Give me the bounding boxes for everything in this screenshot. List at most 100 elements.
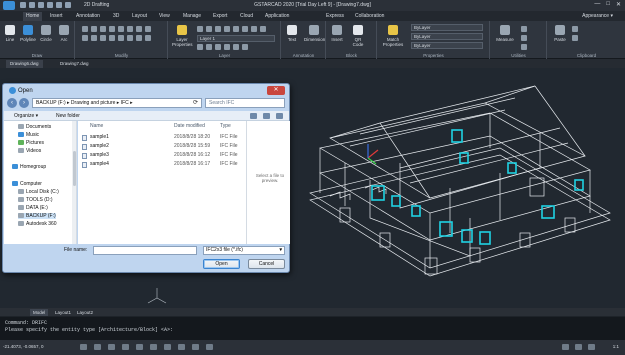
layer-current-icon[interactable] — [233, 44, 239, 50]
nav-item-documents[interactable]: Documents — [18, 124, 51, 130]
view-options-icon[interactable] — [250, 113, 257, 119]
offset-icon[interactable] — [109, 35, 115, 41]
mirror-icon[interactable] — [127, 26, 133, 32]
column-header-type[interactable]: Type — [220, 123, 231, 129]
osnap-icon[interactable] — [136, 344, 143, 350]
text-button[interactable]: Text — [284, 25, 300, 42]
tab-model[interactable]: Model — [30, 309, 49, 316]
cancel-button[interactable]: Cancel — [248, 259, 285, 269]
layer-thaw-icon[interactable] — [215, 44, 221, 50]
erase-icon[interactable] — [109, 26, 115, 32]
layer-on-icon[interactable] — [206, 44, 212, 50]
nav-item-pictures[interactable]: Pictures — [18, 140, 44, 146]
layer-walk-icon[interactable] — [251, 26, 257, 32]
organize-button[interactable]: Organize ▾ — [14, 113, 38, 119]
insert-button[interactable]: Insert — [329, 25, 345, 42]
trim-icon[interactable] — [100, 26, 106, 32]
layer-isolate-icon[interactable] — [215, 26, 221, 32]
menu-express[interactable]: Express — [326, 13, 344, 19]
paste-button[interactable]: Paste — [552, 25, 568, 42]
lineweight-icon[interactable] — [164, 344, 171, 350]
open-button[interactable]: Open — [203, 259, 240, 269]
layer-delete-icon[interactable] — [242, 44, 248, 50]
fullscreen-icon[interactable] — [588, 344, 595, 350]
stretch-icon[interactable] — [82, 35, 88, 41]
join-icon[interactable] — [136, 35, 142, 41]
menu-export[interactable]: Export — [213, 13, 227, 19]
search-input[interactable]: Search IFC — [205, 98, 285, 108]
menu-collaboration[interactable]: Collaboration — [355, 13, 384, 19]
menu-manage[interactable]: Manage — [183, 13, 201, 19]
nav-item-autodesk-360[interactable]: Autodesk 360 — [18, 221, 57, 227]
tab-layout2[interactable]: Layout2 — [74, 309, 96, 316]
layer-match-icon[interactable] — [242, 26, 248, 32]
file-row[interactable]: sample2 2018/8/28 15:59 IFC File — [82, 143, 242, 151]
scale-readout[interactable]: 1:1 — [613, 344, 619, 349]
nav-item-videos[interactable]: Videos — [18, 148, 41, 154]
polar-icon[interactable] — [122, 344, 129, 350]
explode-icon[interactable] — [145, 26, 151, 32]
layer-lock-icon[interactable] — [233, 26, 239, 32]
layer-freeze-icon[interactable] — [224, 26, 230, 32]
layer-off-icon[interactable] — [206, 26, 212, 32]
command-line[interactable]: Command: DRIFC Please specify the entity… — [0, 317, 625, 340]
nav-scroll-thumb[interactable] — [73, 151, 76, 186]
copy-clip-icon[interactable] — [572, 35, 578, 41]
menu-view[interactable]: View — [159, 13, 170, 19]
workspace-gear-icon[interactable] — [575, 344, 582, 350]
annotation-scale-icon[interactable] — [562, 344, 569, 350]
otrack-icon[interactable] — [150, 344, 157, 350]
layer-unlock-icon[interactable] — [224, 44, 230, 50]
nav-item-homegroup[interactable]: Homegroup — [12, 164, 46, 170]
grid-icon[interactable] — [94, 344, 101, 350]
appearance-menu[interactable]: Appearance ▾ — [582, 13, 613, 19]
nav-item-backup-f[interactable]: BACKUP (F:) — [18, 213, 56, 219]
snap-icon[interactable] — [80, 344, 87, 350]
doc-tab-drawing7[interactable]: Drawing7.dwg — [56, 60, 93, 68]
select-all-icon[interactable] — [521, 35, 527, 41]
arc-button[interactable]: Arc — [56, 25, 72, 42]
chamfer-icon[interactable] — [145, 35, 151, 41]
nav-item-data-e[interactable]: DATA (E:) — [18, 205, 48, 211]
minimize-button[interactable]: — — [594, 1, 600, 8]
match-properties-button[interactable]: Match Properties — [381, 25, 405, 47]
nav-item-tools-d[interactable]: TOOLS (D:) — [18, 197, 53, 203]
copy-icon[interactable] — [118, 26, 124, 32]
linetype-dropdown[interactable]: ByLayer — [411, 33, 483, 40]
id-point-icon[interactable] — [521, 44, 527, 50]
move-icon[interactable] — [82, 26, 88, 32]
layer-merge-icon[interactable] — [260, 26, 266, 32]
menu-layout[interactable]: Layout — [132, 13, 147, 19]
nav-item-computer[interactable]: Computer — [12, 181, 42, 187]
new-folder-button[interactable]: New folder — [56, 113, 80, 119]
nav-item-music[interactable]: Music — [18, 132, 39, 138]
file-row[interactable]: sample1 2018/8/28 18:20 IFC File — [82, 134, 242, 142]
menu-application[interactable]: Application — [265, 13, 289, 19]
refresh-icon[interactable]: ⟳ — [193, 99, 198, 106]
menu-cloud[interactable]: Cloud — [240, 13, 253, 19]
menu-insert[interactable]: Insert — [50, 13, 63, 19]
nav-item-local-disk-c[interactable]: Local Disk (C:) — [18, 189, 59, 195]
column-header-date[interactable]: Date modified — [174, 123, 205, 129]
forward-arrow-icon[interactable]: › — [19, 98, 29, 108]
help-icon[interactable] — [276, 113, 283, 119]
tab-layout1[interactable]: Layout1 — [52, 309, 74, 316]
menu-annotation[interactable]: Annotation — [76, 13, 100, 19]
dimension-button[interactable]: Dimension — [304, 25, 325, 42]
extend-icon[interactable] — [118, 35, 124, 41]
break-icon[interactable] — [127, 35, 133, 41]
dialog-close-button[interactable]: ✕ — [267, 86, 285, 95]
array-icon[interactable] — [100, 35, 106, 41]
polyline-button[interactable]: Polyline — [20, 25, 36, 42]
transparency-icon[interactable] — [192, 344, 199, 350]
nav-scrollbar[interactable] — [72, 121, 76, 244]
lineweight-dropdown[interactable]: ByLayer — [411, 42, 483, 49]
file-row[interactable]: sample4 2018/8/28 16:17 IFC File — [82, 161, 242, 169]
menu-home[interactable]: Home — [23, 12, 43, 21]
ortho-icon[interactable] — [108, 344, 115, 350]
circle-button[interactable]: Circle — [38, 25, 54, 42]
cut-icon[interactable] — [572, 26, 578, 32]
preview-pane-icon[interactable] — [263, 113, 270, 119]
layer-prev-icon[interactable] — [197, 44, 203, 50]
qr-code-button[interactable]: QR Code — [349, 25, 367, 47]
